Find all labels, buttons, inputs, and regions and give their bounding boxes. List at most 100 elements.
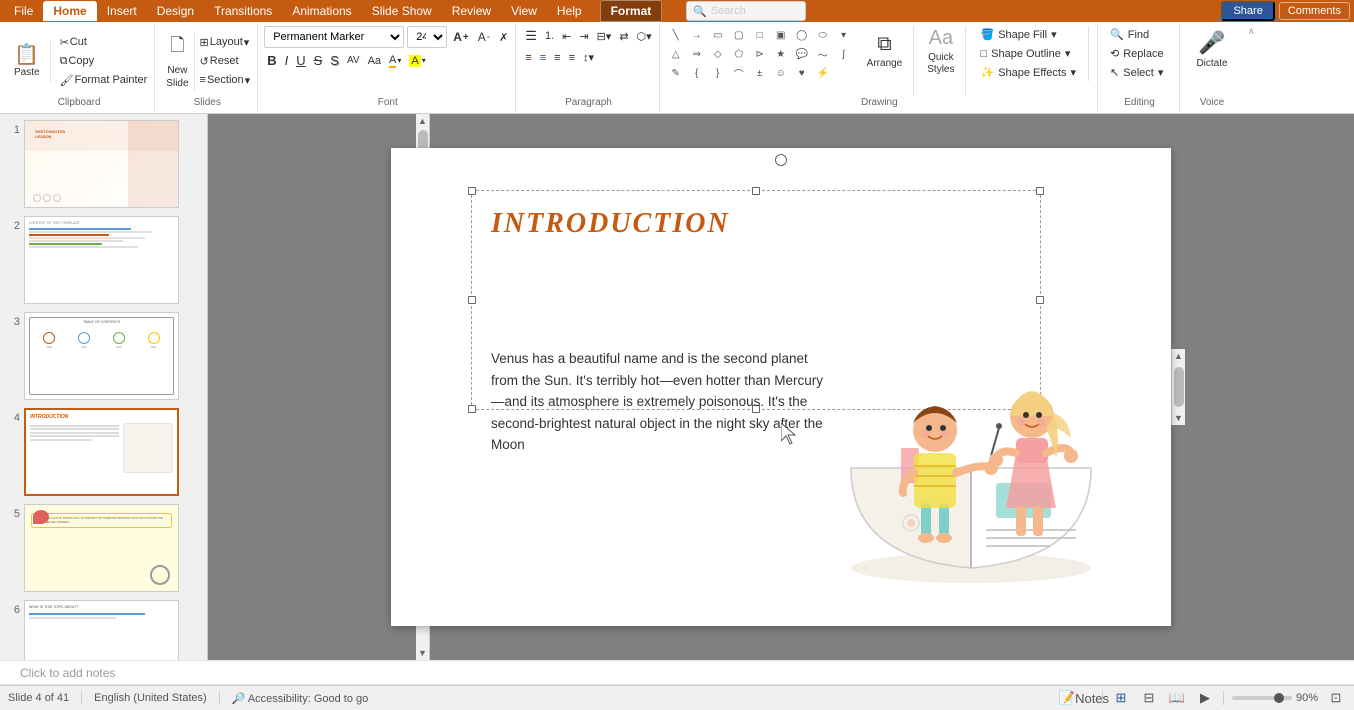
- section-button[interactable]: ≡ Section ▾: [197, 72, 254, 89]
- normal-view-button[interactable]: ⊞: [1111, 689, 1131, 707]
- char-spacing-button[interactable]: AV: [344, 53, 363, 68]
- oval2-tool[interactable]: ⬭: [813, 26, 833, 44]
- bullets-button[interactable]: ☰: [522, 26, 540, 46]
- freeform-tool[interactable]: ✎: [666, 64, 686, 82]
- notes-button[interactable]: 📝 Notes: [1074, 689, 1094, 707]
- star-tool[interactable]: ★: [771, 45, 791, 63]
- layout-button[interactable]: ⊞ Layout ▾: [197, 34, 254, 51]
- format-painter-button[interactable]: 🖌 Format Painter: [57, 72, 151, 89]
- right-scrollbar[interactable]: ▲ ▼: [1171, 349, 1185, 425]
- heart-tool[interactable]: ♥: [792, 64, 812, 82]
- scroll-up-arrow[interactable]: ▲: [1172, 349, 1186, 363]
- scroll-up-arrow-left[interactable]: ▲: [418, 116, 427, 126]
- slide-thumbnail-3[interactable]: 3 TABLE OF CONTENTS Topic Topic: [4, 310, 203, 402]
- presentation-view-button[interactable]: ▶: [1195, 689, 1215, 707]
- tab-view[interactable]: View: [501, 1, 547, 21]
- tab-insert[interactable]: Insert: [97, 1, 147, 21]
- tab-help[interactable]: Help: [547, 1, 592, 21]
- increase-font-button[interactable]: A+: [450, 28, 472, 46]
- diamond-tool[interactable]: ◇: [708, 45, 728, 63]
- zoom-area[interactable]: 90%: [1232, 692, 1318, 704]
- rect3-tool[interactable]: ▣: [771, 26, 791, 44]
- comments-button[interactable]: Comments: [1279, 2, 1350, 20]
- decrease-font-button[interactable]: A-: [475, 28, 493, 46]
- change-case-button[interactable]: Aa: [365, 53, 384, 69]
- align-center-button[interactable]: ≡: [537, 50, 549, 66]
- find-button[interactable]: 🔍 Find: [1104, 26, 1175, 43]
- shape-fill-button[interactable]: 🪣 Shape Fill ▾: [974, 26, 1082, 43]
- smiley-tool[interactable]: ☺: [771, 64, 791, 82]
- arrow-tool[interactable]: →: [687, 26, 707, 44]
- shape-effects-dropdown[interactable]: ▾: [1070, 66, 1076, 79]
- quick-styles-button[interactable]: Aa QuickStyles: [922, 26, 959, 76]
- lightning-tool[interactable]: ⚡: [813, 64, 833, 82]
- scroll-down-arrow[interactable]: ▼: [1172, 411, 1186, 425]
- chevron-tool[interactable]: ⊳: [750, 45, 770, 63]
- tab-file[interactable]: File: [4, 1, 43, 21]
- zoom-thumb[interactable]: [1274, 693, 1284, 703]
- tab-slideshow[interactable]: Slide Show: [362, 1, 442, 21]
- slide-body-text[interactable]: Venus has a beautiful name and is the se…: [491, 348, 831, 456]
- select-button[interactable]: ↖ Select ▾: [1104, 64, 1175, 81]
- bold-button[interactable]: B: [264, 51, 279, 70]
- highlight-dropdown[interactable]: ▾: [422, 56, 426, 65]
- scroll-thumb[interactable]: [1174, 367, 1184, 407]
- arrange-button[interactable]: ⧉ Arrange: [862, 26, 908, 76]
- handle-top-right[interactable]: [1036, 187, 1044, 195]
- search-box[interactable]: 🔍 Search: [686, 1, 806, 21]
- tab-review[interactable]: Review: [442, 1, 501, 21]
- add-notes-text[interactable]: Click to add notes: [0, 661, 135, 684]
- shape-outline-button[interactable]: □ Shape Outline ▾: [974, 45, 1082, 62]
- rect2-tool[interactable]: □: [750, 26, 770, 44]
- clear-format-button[interactable]: ✗: [496, 29, 511, 46]
- tab-home[interactable]: Home: [43, 1, 96, 21]
- scroll-down-arrow-left[interactable]: ▼: [418, 648, 427, 658]
- slide-title[interactable]: INTRODUCTION: [491, 208, 730, 240]
- columns-button[interactable]: ⊟▾: [594, 28, 615, 45]
- handle-bottom-left[interactable]: [468, 405, 476, 413]
- strikethrough-button[interactable]: S: [311, 51, 326, 70]
- copy-button[interactable]: ⧉ Copy: [57, 53, 151, 70]
- tab-transitions[interactable]: Transitions: [204, 1, 282, 21]
- dictate-button[interactable]: 🎤 Dictate: [1190, 26, 1233, 73]
- decrease-indent-button[interactable]: ⇤: [559, 28, 574, 45]
- wave-tool[interactable]: 〜: [813, 45, 833, 63]
- round-rect-tool[interactable]: ▢: [729, 26, 749, 44]
- slide-thumbnail-2[interactable]: 2 CONTENT OF THIS TEMPLATE: [4, 214, 203, 306]
- italic-button[interactable]: I: [282, 51, 292, 70]
- arc-tool[interactable]: ⌒: [729, 64, 749, 82]
- zoom-slider[interactable]: [1232, 696, 1292, 700]
- oval-tool[interactable]: ◯: [792, 26, 812, 44]
- handle-top-middle[interactable]: [752, 187, 760, 195]
- increase-indent-button[interactable]: ⇥: [576, 28, 591, 45]
- reset-button[interactable]: ↺ Reset: [197, 53, 254, 70]
- rotate-handle[interactable]: [775, 154, 787, 166]
- shape-effects-button[interactable]: ✨ Shape Effects ▾: [974, 64, 1082, 81]
- underline-button[interactable]: U: [293, 51, 308, 70]
- handle-middle-left[interactable]: [468, 296, 476, 304]
- notes-area[interactable]: Click to add notes: [0, 660, 1354, 685]
- slide-thumbnail-1[interactable]: 1 SKETCHNOTESLESSON: [4, 118, 203, 210]
- rect-tool[interactable]: ▭: [708, 26, 728, 44]
- arrow2-tool[interactable]: ⇒: [687, 45, 707, 63]
- equation-tool[interactable]: ±: [750, 64, 770, 82]
- line-tool[interactable]: ╲: [666, 26, 686, 44]
- fit-slide-button[interactable]: ⊡: [1326, 689, 1346, 707]
- font-size-select[interactable]: 24: [407, 26, 447, 48]
- line-spacing-button[interactable]: ↕▾: [580, 49, 597, 66]
- bracket-tool[interactable]: {: [687, 64, 707, 82]
- callout-tool[interactable]: 💬: [792, 45, 812, 63]
- share-button[interactable]: Share: [1221, 1, 1274, 21]
- convert-smartart-button[interactable]: ⬡▾: [634, 28, 655, 45]
- shape-fill-dropdown[interactable]: ▾: [1051, 28, 1057, 41]
- slide-thumbnail-6[interactable]: 6 WHAT IS THIS TOPIC ABOUT?: [4, 598, 203, 660]
- replace-button[interactable]: ⟲ Replace: [1104, 45, 1175, 62]
- handle-top-left[interactable]: [468, 187, 476, 195]
- numbering-button[interactable]: 1.: [542, 28, 557, 44]
- select-dropdown[interactable]: ▾: [1158, 66, 1164, 79]
- paste-button[interactable]: 📋 Paste: [8, 41, 46, 82]
- collapse-ribbon-button[interactable]: ∧: [1246, 26, 1257, 37]
- font-color-button[interactable]: A ▾: [386, 52, 404, 70]
- font-family-select[interactable]: Permanent Marker: [264, 26, 404, 48]
- text-shadow-button[interactable]: S: [327, 51, 342, 70]
